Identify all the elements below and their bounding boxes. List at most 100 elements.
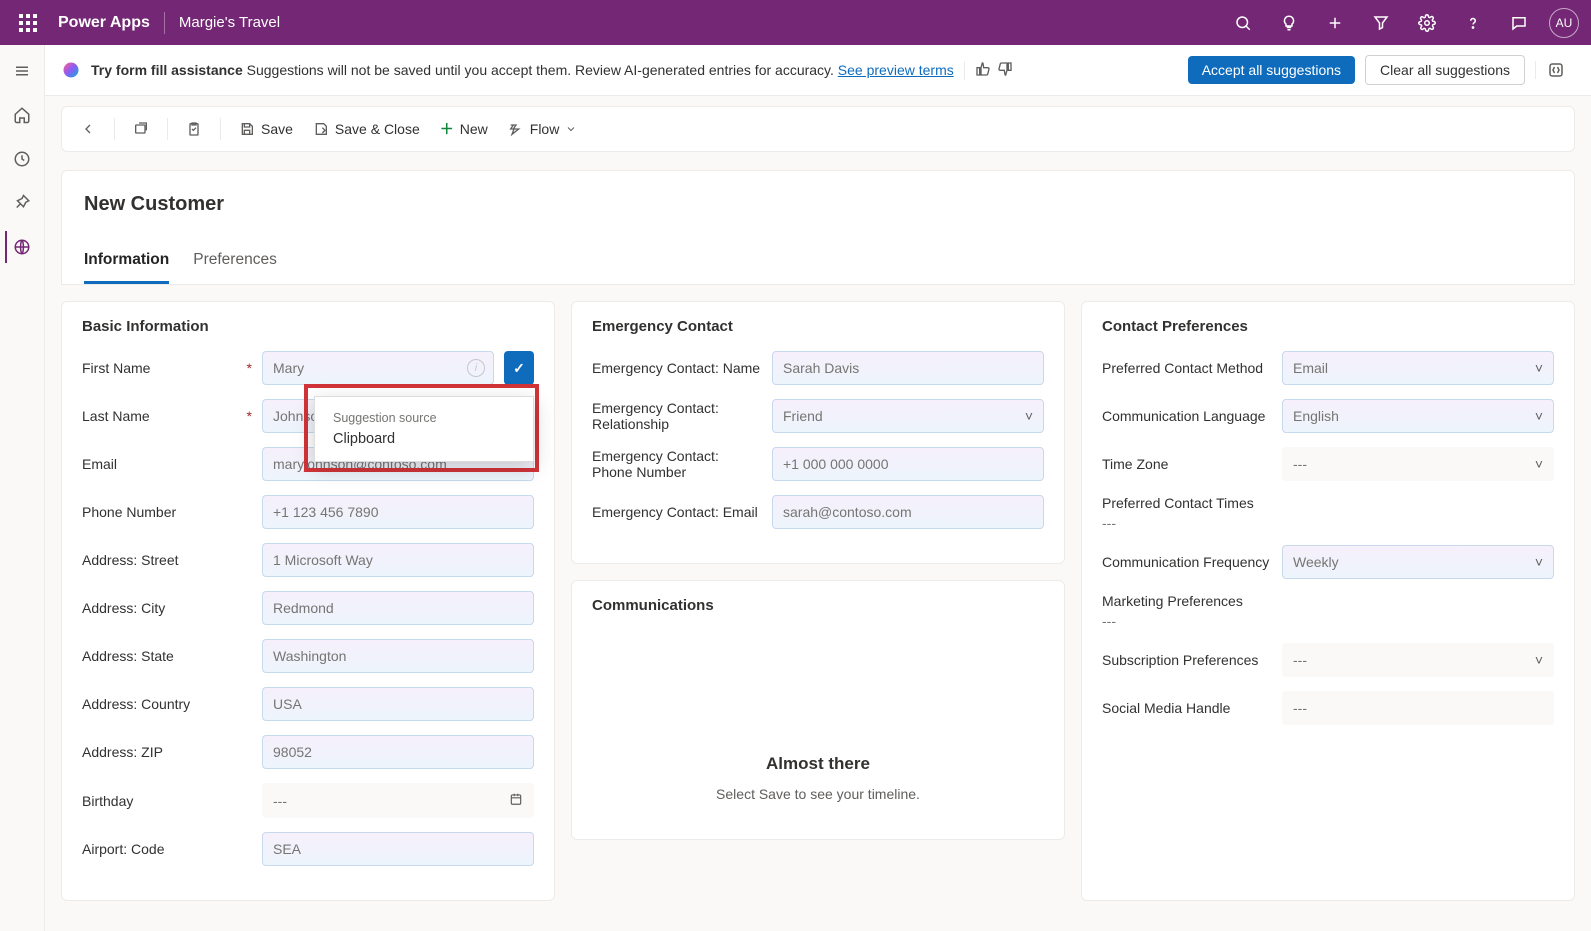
- clear-all-button[interactable]: Clear all suggestions: [1365, 55, 1525, 85]
- input-pref-social[interactable]: ---: [1282, 691, 1554, 725]
- input-country[interactable]: USA: [262, 687, 534, 721]
- row-first-name: First Name* Mary i ✓: [82, 351, 534, 385]
- search-button[interactable]: [1227, 14, 1259, 32]
- label-pref-social: Social Media Handle: [1102, 700, 1272, 716]
- open-new-window-button[interactable]: [125, 117, 157, 141]
- card-emergency-contact: Emergency Contact Emergency Contact: Nam…: [571, 301, 1065, 564]
- brand-label: Power Apps: [58, 14, 150, 32]
- required-asterisk: *: [247, 360, 252, 376]
- input-birthday[interactable]: ---: [262, 783, 534, 818]
- home-icon: [13, 106, 31, 124]
- filter-button[interactable]: [1365, 14, 1397, 32]
- tab-preferences[interactable]: Preferences: [193, 251, 277, 284]
- card-communications: Communications Almost there Select Save …: [571, 580, 1065, 840]
- input-ec-name[interactable]: Sarah Davis: [772, 351, 1044, 385]
- infobar-text: Try form fill assistance Suggestions wil…: [91, 62, 954, 78]
- copilot-pane-toggle[interactable]: [1535, 61, 1575, 79]
- globe-icon: [13, 238, 31, 256]
- label-email: Email: [82, 456, 252, 472]
- select-pref-freq[interactable]: Weekly ˅: [1282, 545, 1554, 579]
- label-first-name: First Name*: [82, 360, 252, 376]
- chevron-down-icon: [565, 123, 577, 135]
- clipboard-check-icon: [186, 121, 202, 137]
- label-state: Address: State: [82, 648, 252, 664]
- assist-button[interactable]: [1503, 14, 1535, 32]
- ideas-button[interactable]: [1273, 14, 1305, 32]
- select-pref-language[interactable]: English ˅: [1282, 399, 1554, 433]
- chevron-down-icon: ˅: [1535, 554, 1543, 570]
- nav-pinned[interactable]: [6, 187, 38, 219]
- row-state: Address: State Washington: [82, 639, 534, 673]
- thumbs-up-button[interactable]: [975, 61, 991, 80]
- save-button[interactable]: Save: [231, 117, 301, 141]
- nav-collapse-button[interactable]: [6, 55, 38, 87]
- value-pref-times[interactable]: ---: [1102, 515, 1116, 531]
- question-icon: [1464, 14, 1482, 32]
- preview-terms-link[interactable]: See preview terms: [838, 62, 954, 78]
- label-pref-subs: Subscription Preferences: [1102, 652, 1272, 668]
- input-ec-email[interactable]: sarah@contoso.com: [772, 495, 1044, 529]
- hamburger-icon: [13, 62, 31, 80]
- chevron-down-icon: ˅: [1535, 408, 1543, 424]
- accept-all-button[interactable]: Accept all suggestions: [1188, 56, 1355, 84]
- input-zip[interactable]: 98052: [262, 735, 534, 769]
- label-pref-times: Preferred Contact Times: [1102, 495, 1254, 511]
- new-button[interactable]: ＋ New: [432, 115, 496, 143]
- input-ec-phone[interactable]: +1 000 000 0000: [772, 447, 1044, 481]
- help-button[interactable]: [1457, 14, 1489, 32]
- select-pref-method[interactable]: Email ˅: [1282, 351, 1554, 385]
- card-contact-preferences: Contact Preferences Preferred Contact Me…: [1081, 301, 1575, 901]
- input-first-name[interactable]: Mary i: [262, 351, 494, 385]
- copilot-icon: [61, 60, 81, 80]
- label-ec-phone: Emergency Contact: Phone Number: [592, 448, 762, 480]
- thumbs-up-icon: [975, 61, 991, 77]
- user-avatar[interactable]: AU: [1549, 8, 1579, 38]
- add-button[interactable]: [1319, 14, 1351, 32]
- input-state[interactable]: Washington: [262, 639, 534, 673]
- input-phone[interactable]: +1 123 456 7890: [262, 495, 534, 529]
- label-pref-marketing: Marketing Preferences: [1102, 593, 1243, 609]
- nav-customers[interactable]: [5, 231, 37, 263]
- card-title: Basic Information: [82, 318, 534, 335]
- row-pref-freq: Communication Frequency Weekly ˅: [1102, 545, 1554, 579]
- row-pref-social: Social Media Handle ---: [1102, 691, 1554, 725]
- save-close-icon: [313, 121, 329, 137]
- save-icon: [239, 121, 255, 137]
- row-pref-subs: Subscription Preferences --- ˅: [1102, 643, 1554, 677]
- select-ec-relationship[interactable]: Friend ˅: [772, 399, 1044, 433]
- nav-home[interactable]: [6, 99, 38, 131]
- save-close-button[interactable]: Save & Close: [305, 117, 428, 141]
- nav-recent[interactable]: [6, 143, 38, 175]
- flow-button[interactable]: Flow: [500, 117, 586, 141]
- input-street[interactable]: 1 Microsoft Way: [262, 543, 534, 577]
- label-last-name: Last Name*: [82, 408, 252, 424]
- accept-suggestion-button[interactable]: ✓: [504, 351, 534, 385]
- search-icon: [1234, 14, 1252, 32]
- info-icon[interactable]: i: [467, 359, 485, 377]
- input-city[interactable]: Redmond: [262, 591, 534, 625]
- back-button[interactable]: [72, 117, 104, 141]
- infobar-bold: Try form fill assistance: [91, 62, 243, 78]
- thumbs-down-button[interactable]: [997, 61, 1013, 80]
- label-pref-freq: Communication Frequency: [1102, 554, 1272, 570]
- settings-button[interactable]: [1411, 14, 1443, 32]
- select-pref-subs[interactable]: --- ˅: [1282, 643, 1554, 677]
- value-pref-marketing[interactable]: ---: [1102, 613, 1116, 629]
- select-pref-tz[interactable]: --- ˅: [1282, 447, 1554, 481]
- card-basic-information: Basic Information First Name* Mary i ✓ L…: [61, 301, 555, 901]
- row-pref-marketing: Marketing Preferences ---: [1102, 593, 1554, 629]
- form-assist-button[interactable]: [178, 117, 210, 141]
- funnel-icon: [1372, 14, 1390, 32]
- tab-information[interactable]: Information: [84, 251, 169, 284]
- thumbs-down-icon: [997, 61, 1013, 77]
- plus-icon: ＋: [440, 119, 454, 139]
- input-airport[interactable]: SEA: [262, 832, 534, 866]
- vertical-divider: [164, 12, 165, 34]
- clock-icon: [13, 150, 31, 168]
- shell: Try form fill assistance Suggestions wil…: [0, 45, 1591, 931]
- form-tabs: Information Preferences: [84, 251, 1552, 284]
- card-title: Contact Preferences: [1102, 318, 1554, 335]
- environment-label[interactable]: Margie's Travel: [179, 14, 280, 31]
- copilot-toggle-icon: [1547, 61, 1565, 79]
- app-launcher-button[interactable]: [12, 14, 44, 32]
